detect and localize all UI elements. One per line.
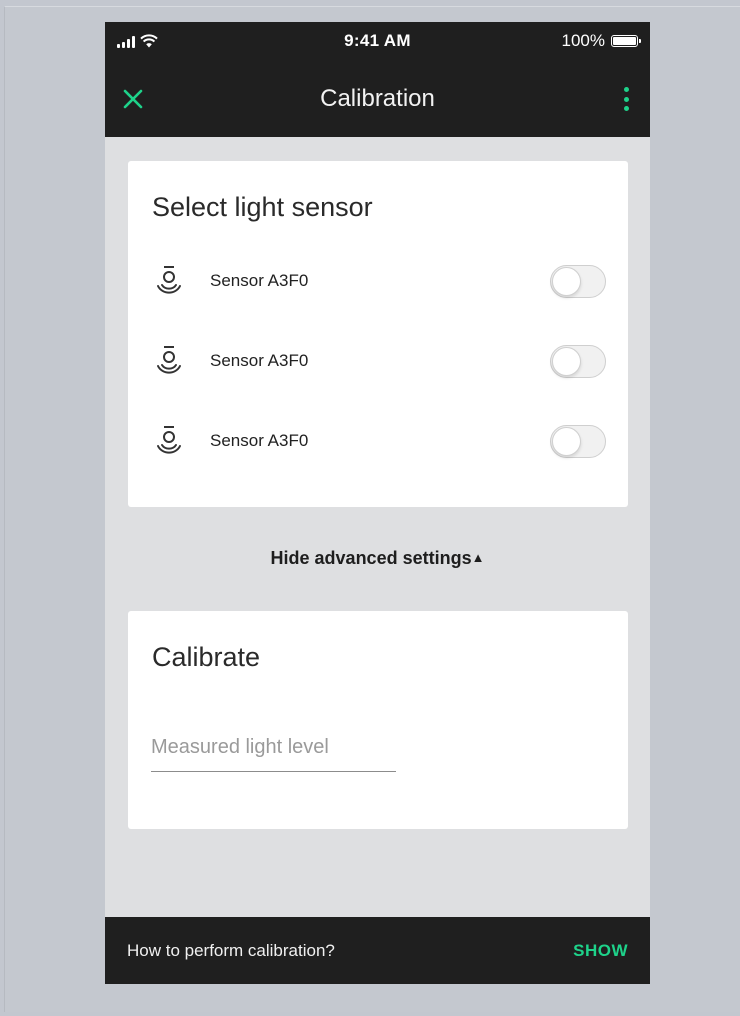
more-vertical-icon-dot: [623, 87, 629, 92]
hide-advanced-settings-link[interactable]: Hide advanced settings▲: [105, 548, 650, 569]
phone-screen: 9:41 AM 100% Calibration Select light se…: [105, 22, 650, 984]
calibrate-card: Calibrate: [128, 611, 628, 829]
advanced-settings-label: Hide advanced settings: [270, 548, 472, 568]
sensor-row: Sensor A3F0: [128, 341, 628, 381]
more-options-button[interactable]: [620, 84, 632, 114]
toggle-knob: [552, 347, 581, 376]
sensor-row: Sensor A3F0: [128, 421, 628, 461]
sensor-row: Sensor A3F0: [128, 261, 628, 301]
light-sensor-icon: [157, 266, 181, 294]
battery-percent: 100%: [561, 31, 605, 50]
measured-light-level-input[interactable]: [151, 724, 396, 772]
more-vertical-icon-dot: [623, 96, 629, 102]
status-bar: 9:41 AM 100%: [105, 22, 650, 62]
battery-icon: [611, 35, 641, 47]
sensor-toggle[interactable]: [550, 425, 606, 458]
caret-up-icon: ▲: [471, 550, 485, 565]
show-button[interactable]: SHOW: [573, 941, 628, 961]
light-sensor-icon: [157, 426, 181, 454]
snackbar-message: How to perform calibration?: [127, 941, 335, 960]
page-title: Calibration: [320, 85, 435, 112]
sensor-toggle[interactable]: [550, 265, 606, 298]
status-right: 100%: [561, 31, 641, 51]
toggle-knob: [552, 267, 581, 296]
sensor-label: Sensor A3F0: [210, 271, 309, 290]
sensor-label: Sensor A3F0: [210, 431, 309, 450]
sensor-card-title: Select light sensor: [152, 192, 373, 222]
app-bar: Calibration: [105, 62, 650, 137]
sensor-select-card: Select light sensor Sensor A3F0 Sensor A…: [128, 161, 628, 507]
snackbar: How to perform calibration? SHOW: [105, 917, 650, 984]
light-sensor-icon: [157, 346, 181, 374]
more-vertical-icon-dot: [623, 106, 629, 111]
toggle-knob: [552, 427, 581, 456]
sensor-label: Sensor A3F0: [210, 351, 309, 370]
calibrate-card-title: Calibrate: [152, 642, 261, 672]
sensor-toggle[interactable]: [550, 345, 606, 378]
